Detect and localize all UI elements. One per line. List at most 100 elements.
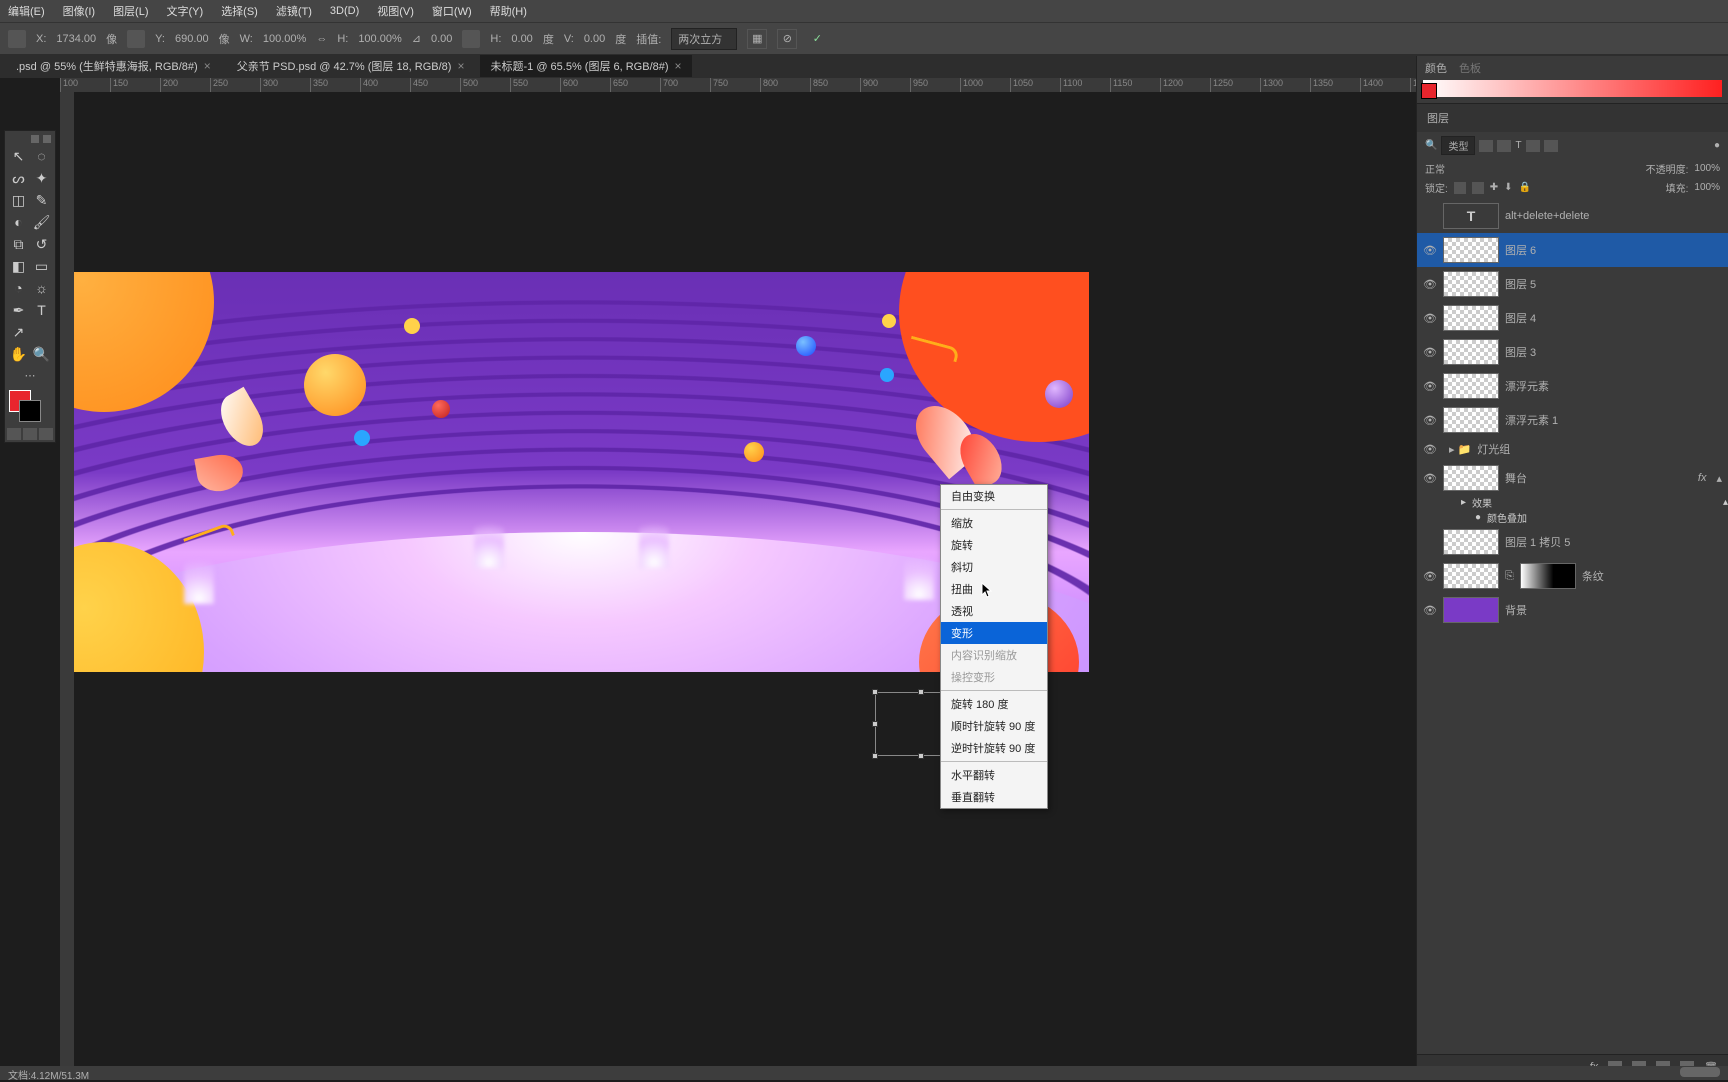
y-value[interactable]: 690.00 [175, 33, 209, 45]
ctx-item[interactable]: 垂直翻转 [941, 786, 1047, 808]
menu-item[interactable]: 图层(L) [113, 3, 148, 19]
cancel-transform-button[interactable]: ⊘ [777, 29, 797, 49]
eye-icon[interactable]: 👁 [1423, 443, 1437, 456]
background-color[interactable] [19, 400, 41, 422]
layers-panel-tab[interactable]: 图层 [1417, 104, 1728, 132]
menu-item[interactable]: 窗口(W) [432, 3, 472, 19]
reference-point-icon[interactable] [8, 30, 26, 48]
menu-item[interactable]: 选择(S) [221, 3, 258, 19]
filter-shape-icon[interactable] [1526, 140, 1540, 152]
opacity-input[interactable]: 100% [1694, 163, 1720, 174]
layer-row[interactable]: 图层 1 拷贝 5 [1417, 525, 1728, 559]
ctx-item[interactable]: 自由变换 [941, 485, 1047, 507]
zoom-tool[interactable]: 🔍 [30, 343, 53, 365]
_blank[interactable] [30, 321, 53, 343]
filter-adjust-icon[interactable] [1497, 140, 1511, 152]
w-value[interactable]: 100.00% [263, 33, 306, 45]
layer-fx[interactable]: ●颜色叠加 [1417, 510, 1728, 525]
screenmode-icon[interactable] [23, 428, 37, 440]
layer-row[interactable]: 👁漂浮元素 1 [1417, 403, 1728, 437]
path-tool[interactable]: ↗ [7, 321, 30, 343]
canvas-area[interactable] [60, 92, 1478, 1068]
stamp-tool[interactable]: ⧉ [7, 233, 30, 255]
eyedropper-tool[interactable]: ✎ [30, 189, 53, 211]
ctx-item[interactable]: 透视 [941, 600, 1047, 622]
menu-item[interactable]: 3D(D) [330, 5, 359, 17]
x-value[interactable]: 1734.00 [56, 33, 96, 45]
h-value[interactable]: 100.00% [358, 33, 401, 45]
ctx-item[interactable]: 变形 [941, 622, 1047, 644]
eye-icon[interactable]: 👁 [1423, 312, 1437, 325]
main-menu[interactable]: 编辑(E) 图像(I) 图层(L) 文字(Y) 选择(S) 滤镜(T) 3D(D) 视图(V)… [0, 0, 1728, 22]
eye-icon[interactable]: 👁 [1423, 380, 1437, 393]
color-swatch[interactable] [7, 388, 43, 424]
eye-icon[interactable]: 👁 [1423, 472, 1437, 485]
commit-transform-button[interactable]: ✓ [807, 29, 827, 49]
spot-tool[interactable]: ◐ [7, 211, 30, 233]
layer-row[interactable]: 👁图层 5 [1417, 267, 1728, 301]
angle-value[interactable]: 0.00 [431, 33, 452, 45]
lasso-tool[interactable]: ᔕ [7, 167, 30, 189]
layer-row[interactable]: 👁漂浮元素 [1417, 369, 1728, 403]
menu-item[interactable]: 文字(Y) [167, 3, 204, 19]
lock-position-icon[interactable] [1472, 182, 1484, 194]
tab-swatches[interactable]: 色板 [1459, 60, 1481, 76]
color-ramp[interactable] [1423, 80, 1722, 97]
menu-item[interactable]: 帮助(H) [490, 3, 527, 19]
blur-tool[interactable]: ◔ [7, 277, 30, 299]
marquee-tool[interactable]: ◌ [30, 145, 53, 167]
delta-icon[interactable] [127, 30, 145, 48]
menu-item[interactable]: 编辑(E) [8, 3, 45, 19]
eye-icon[interactable]: 👁 [1423, 414, 1437, 427]
tab-color[interactable]: 颜色 [1425, 60, 1447, 76]
menu-item[interactable]: 视图(V) [377, 3, 414, 19]
blend-mode-select[interactable]: 正常 [1425, 161, 1495, 176]
gradient-tool[interactable]: ▭ [30, 255, 53, 277]
wand-tool[interactable]: ✦ [30, 167, 53, 189]
move-tool[interactable]: ↖ [7, 145, 30, 167]
filter-smart-icon[interactable] [1544, 140, 1558, 152]
layer-row[interactable]: 👁图层 3 [1417, 335, 1728, 369]
filter-pixel-icon[interactable] [1479, 140, 1493, 152]
layer-row[interactable]: 👁舞台fx▴ [1417, 461, 1728, 495]
layer-filter-kind[interactable]: 类型 [1441, 136, 1475, 155]
eye-icon[interactable]: 👁 [1423, 278, 1437, 291]
eye-icon[interactable]: 👁 [1423, 604, 1437, 617]
menu-item[interactable]: 滤镜(T) [276, 3, 312, 19]
layers-list[interactable]: Talt+delete+delete👁图层 6👁图层 5👁图层 4👁图层 3👁漂… [1417, 197, 1728, 1054]
pen-tool[interactable]: ✒ [7, 299, 30, 321]
h-scrollbar[interactable] [1680, 1067, 1720, 1077]
lock-pixels-icon[interactable] [1454, 182, 1466, 194]
link-icon[interactable]: ⇔ [316, 33, 327, 45]
grid-toggle-button[interactable]: ▦ [747, 29, 767, 49]
ctx-item[interactable]: 斜切 [941, 556, 1047, 578]
transform-context-menu[interactable]: 自由变换缩放旋转斜切扭曲透视变形内容识别缩放操控变形旋转 180 度顺时针旋转 … [940, 484, 1048, 809]
history-tool[interactable]: ↺ [30, 233, 53, 255]
ctx-item[interactable]: 顺时针旋转 90 度 [941, 715, 1047, 737]
fill-input[interactable]: 100% [1694, 182, 1720, 193]
layer-row[interactable]: Talt+delete+delete [1417, 199, 1728, 233]
ctx-item[interactable]: 水平翻转 [941, 764, 1047, 786]
close-icon[interactable]: × [457, 59, 464, 73]
ctx-item[interactable]: 旋转 180 度 [941, 693, 1047, 715]
filter-type-icon[interactable]: T [1515, 140, 1521, 151]
eye-icon[interactable]: 👁 [1423, 570, 1437, 583]
ctx-item[interactable]: 旋转 [941, 534, 1047, 556]
interp-select[interactable]: 两次立方 [671, 28, 737, 50]
layer-row[interactable]: 👁⎘条纹 [1417, 559, 1728, 593]
eye-icon[interactable]: 👁 [1423, 244, 1437, 257]
quickmask-icon[interactable] [7, 428, 21, 440]
hand-tool[interactable]: ✋ [7, 343, 30, 365]
menu-item[interactable]: 图像(I) [63, 3, 95, 19]
crop-tool[interactable]: ◫ [7, 189, 30, 211]
layer-row[interactable]: 👁▸ 📁灯光组 [1417, 437, 1728, 461]
type-tool[interactable]: T [30, 299, 53, 321]
eraser-tool[interactable]: ◧ [7, 255, 30, 277]
ctx-item[interactable]: 缩放 [941, 512, 1047, 534]
document-tab[interactable]: 未标题-1 @ 65.5% (图层 6, RGB/8#)× [480, 55, 691, 77]
layer-row[interactable]: 👁背景 [1417, 593, 1728, 627]
layer-fx[interactable]: ▸效果▴ [1417, 495, 1728, 510]
close-icon[interactable]: × [675, 59, 682, 73]
document-tab[interactable]: .psd @ 55% (生鲜特惠海报, RGB/8#)× [6, 55, 221, 77]
ctx-item[interactable]: 逆时针旋转 90 度 [941, 737, 1047, 759]
